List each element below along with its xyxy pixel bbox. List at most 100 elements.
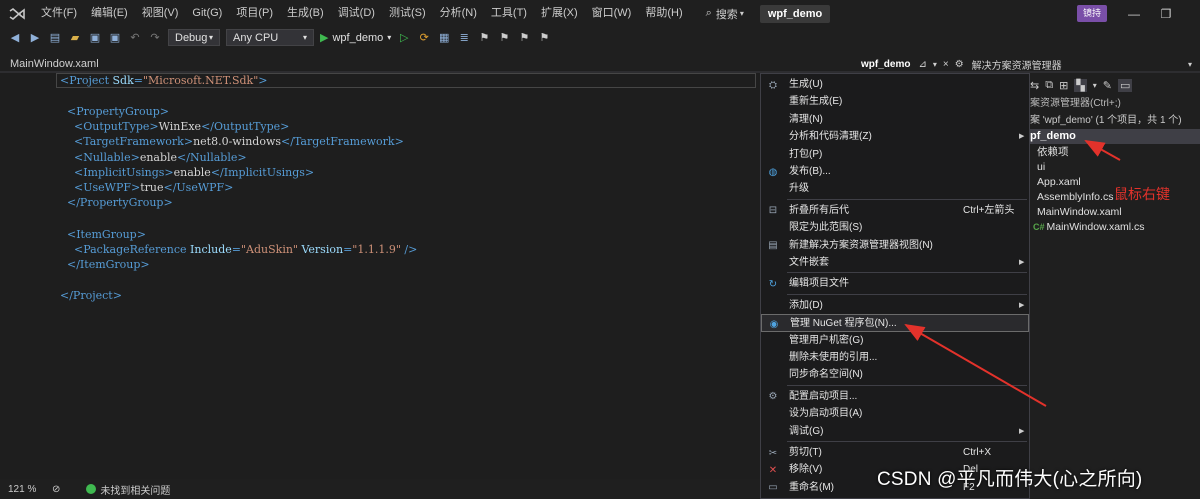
close-icon[interactable]: ×	[943, 59, 949, 70]
undo-icon[interactable]: ↶	[128, 31, 142, 45]
run-button[interactable]: ▶ wpf_demo ▾	[320, 31, 391, 45]
context-menu-item[interactable]: 同步命名空间(N)	[761, 366, 1029, 384]
menu-item[interactable]: 窗口(W)	[585, 0, 639, 27]
tree-item-assemblyinfo[interactable]: AssemblyInfo.cs	[1037, 190, 1113, 205]
zoom-level[interactable]: 121 %	[0, 484, 52, 495]
back-arrow-icon[interactable]: ⇆	[1030, 79, 1039, 92]
platform-dropdown[interactable]: Any CPU ▾	[226, 29, 314, 46]
context-menu-item[interactable]: ◉ 管理 NuGet 程序包(N)...	[761, 314, 1029, 333]
chevron-down-icon[interactable]: ▾	[933, 60, 937, 69]
menu-item[interactable]: 生成(B)	[280, 0, 331, 27]
start-without-debugging-icon[interactable]: ▷	[397, 31, 411, 45]
user-avatar[interactable]: 镜持	[1077, 5, 1107, 22]
context-menu-item[interactable]: 清理(N)	[761, 111, 1029, 129]
hot-reload-icon[interactable]: ⟳	[417, 31, 431, 45]
context-menu-item[interactable]: 重新生成(E)	[761, 93, 1029, 111]
context-menu-item[interactable]: ▤ 新建解决方案资源管理器视图(N)	[761, 237, 1029, 255]
solution-node[interactable]: 案 'wpf_demo' (1 个项目，共 1 个)	[1030, 113, 1200, 128]
run-target-label: wpf_demo	[332, 31, 384, 44]
menu-item[interactable]: 分析(N)	[433, 0, 484, 27]
context-menu-label: 剪切(T)	[789, 447, 822, 458]
issues-indicator[interactable]: 未找到相关问题	[86, 482, 170, 497]
code-line-15: </Project>	[60, 289, 122, 302]
bookmark-clear-icon[interactable]: ⚑	[537, 31, 551, 45]
chevron-down-icon: ▾	[739, 9, 744, 18]
menu-item[interactable]: 视图(V)	[135, 0, 186, 27]
preview-icon[interactable]: ▭	[1118, 78, 1133, 92]
maximize-button[interactable]: ❐	[1152, 0, 1180, 27]
context-menu-item[interactable]: ↻ 编辑项目文件	[761, 275, 1029, 293]
context-menu-item[interactable]: 删除未使用的引用...	[761, 349, 1029, 367]
context-menu-item[interactable]: 限定为此范围(S)	[761, 219, 1029, 237]
wrench-icon[interactable]: ✎	[1103, 79, 1112, 92]
search-box[interactable]: ⌕ 搜索 ▾	[698, 6, 752, 22]
menu-item[interactable]: 文件(F)	[34, 0, 84, 27]
tree-item-mainwindow-xaml[interactable]: MainWindow.xaml	[1037, 205, 1122, 220]
gear-icon[interactable]: ⚙	[955, 59, 964, 70]
menu-item[interactable]: 测试(S)	[382, 0, 433, 27]
save-all-icon[interactable]: ▣	[108, 31, 122, 45]
layout-icon[interactable]: ▦	[437, 31, 451, 45]
menu-item[interactable]: 帮助(H)	[638, 0, 689, 27]
forward-icon[interactable]: ▶	[28, 31, 42, 45]
project-node[interactable]: pf_demo	[1030, 129, 1200, 144]
code-editor[interactable]: <Project Sdk="Microsoft.NET.Sdk"> <Prope…	[0, 73, 760, 479]
tree-item-app-xaml[interactable]: App.xaml	[1037, 175, 1081, 190]
menu-item[interactable]: 编辑(E)	[84, 0, 135, 27]
menu-bar: 文件(F) 编辑(E) 视图(V) Git(G) 项目(P) 生成(B) 调试(D) 测试(S…	[0, 0, 1200, 27]
redo-icon[interactable]: ↷	[148, 31, 162, 45]
bookmark-prev-icon[interactable]: ⚑	[497, 31, 511, 45]
edit-file-icon: ↻	[768, 278, 778, 290]
context-menu-separator	[787, 293, 1027, 295]
back-icon[interactable]: ◀	[8, 31, 22, 45]
pin-icon[interactable]: ⊿	[918, 59, 926, 70]
refresh-icon[interactable]: ⊞	[1059, 79, 1068, 92]
context-menu-item[interactable]: 分析和代码清理(Z) ▶	[761, 128, 1029, 146]
tree-item-mainwindow-xaml-cs[interactable]: C# MainWindow.xaml.cs	[1033, 220, 1145, 235]
nuget-icon: ◉	[769, 318, 779, 330]
tab-wpf-demo[interactable]: wpf_demo	[861, 59, 910, 70]
gear-icon: ⚙	[768, 391, 778, 403]
annotation-label: 鼠标右键	[1114, 186, 1170, 202]
solution-explorer-search[interactable]: 案资源管理器(Ctrl+;)	[1030, 96, 1200, 112]
chevron-down-icon[interactable]: ▾	[1093, 81, 1097, 90]
context-menu-item[interactable]: 调试(G) ▶	[761, 423, 1029, 441]
context-menu-item[interactable]: 打包(P)	[761, 146, 1029, 164]
context-menu-item[interactable]: ✂ 剪切(T) Ctrl+X	[761, 444, 1029, 462]
tree-item-ui[interactable]: ui	[1037, 160, 1045, 175]
new-project-icon[interactable]: ▤	[48, 31, 62, 45]
menu-item[interactable]: 项目(P)	[229, 0, 280, 27]
bookmark-icon[interactable]: ⚑	[477, 31, 491, 45]
save-icon[interactable]: ▣	[88, 31, 102, 45]
context-menu-item[interactable]: ⛭ 生成(U)	[761, 76, 1029, 94]
context-menu-label: 调试(G)	[789, 425, 824, 437]
context-menu-item[interactable]: ⚙ 配置启动项目...	[761, 388, 1029, 406]
menu-item[interactable]: 工具(T)	[484, 0, 534, 27]
tab-mainwindow-xaml[interactable]: MainWindow.xaml	[0, 56, 109, 73]
format-icon[interactable]: ≣	[457, 31, 471, 45]
chevron-down-icon[interactable]: ▾	[1188, 60, 1192, 69]
code-line-11: <ItemGroup>	[67, 228, 146, 241]
open-folder-icon[interactable]: ▰	[68, 31, 82, 45]
configuration-dropdown[interactable]: Debug ▾	[168, 29, 220, 46]
code-line-6: <Nullable>enable</Nullable>	[74, 151, 247, 164]
context-menu-item[interactable]: 管理用户机密(G)	[761, 332, 1029, 350]
context-menu-item[interactable]: 添加(D) ▶	[761, 297, 1029, 315]
play-icon: ▶	[320, 32, 329, 44]
filter-icon[interactable]: ▚	[1074, 78, 1087, 92]
tree-item-dependencies[interactable]: 依赖项	[1037, 145, 1069, 160]
context-menu-item[interactable]: 升级	[761, 180, 1029, 198]
context-menu-label: 分析和代码清理(Z)	[789, 131, 872, 143]
context-menu-item[interactable]: ⊟ 折叠所有后代 Ctrl+左箭头	[761, 202, 1029, 220]
minimize-button[interactable]: —	[1120, 0, 1148, 27]
bookmark-next-icon[interactable]: ⚑	[517, 31, 531, 45]
context-menu-item[interactable]: 设为启动项目(A)	[761, 405, 1029, 423]
copy-icon[interactable]: ⧉	[1045, 79, 1053, 92]
menu-item[interactable]: Git(G)	[185, 0, 229, 27]
error-filter-icon[interactable]: ⊘	[52, 484, 60, 495]
menu-item[interactable]: 调试(D)	[331, 0, 382, 27]
context-menu-item[interactable]: 文件嵌套 ▶	[761, 254, 1029, 272]
context-menu-item[interactable]: ◍ 发布(B)...	[761, 163, 1029, 181]
menu-item[interactable]: 扩展(X)	[534, 0, 585, 27]
csharp-file-icon: C#	[1033, 222, 1045, 232]
